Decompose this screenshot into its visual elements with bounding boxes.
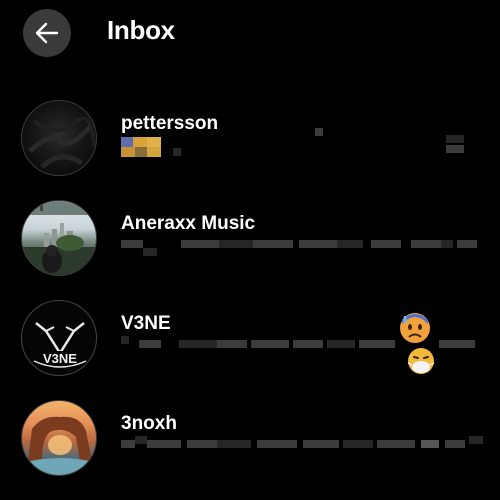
conversation-name: pettersson bbox=[121, 113, 219, 134]
svg-text:V3NE: V3NE bbox=[43, 351, 77, 366]
conversation-row-3noxh[interactable]: 3noxh bbox=[0, 400, 500, 496]
square-tiles-emoji bbox=[121, 137, 161, 157]
conversation-name: V3NE bbox=[121, 313, 171, 334]
reaction-emojis bbox=[398, 310, 438, 380]
anxious-sweat-face-emoji bbox=[400, 313, 430, 343]
face-with-medical-mask-emoji bbox=[407, 348, 435, 374]
avatar[interactable] bbox=[21, 200, 97, 276]
message-preview bbox=[121, 436, 491, 454]
message-preview bbox=[121, 240, 491, 256]
conversation-name: 3noxh bbox=[121, 413, 177, 434]
avatar[interactable]: V3NE bbox=[21, 300, 97, 376]
avatar[interactable] bbox=[21, 400, 97, 476]
conversation-row-pettersson[interactable]: pettersson bbox=[0, 100, 500, 196]
page-title: Inbox bbox=[107, 15, 175, 45]
arrow-left-icon bbox=[35, 22, 59, 44]
avatar[interactable] bbox=[21, 100, 97, 176]
inbox-header: Inbox bbox=[0, 0, 500, 64]
conversation-row-aneraxx-music[interactable]: Aneraxx Music bbox=[0, 200, 500, 296]
message-preview bbox=[121, 128, 491, 157]
conversation-name: Aneraxx Music bbox=[121, 213, 256, 234]
back-button[interactable] bbox=[23, 9, 71, 57]
